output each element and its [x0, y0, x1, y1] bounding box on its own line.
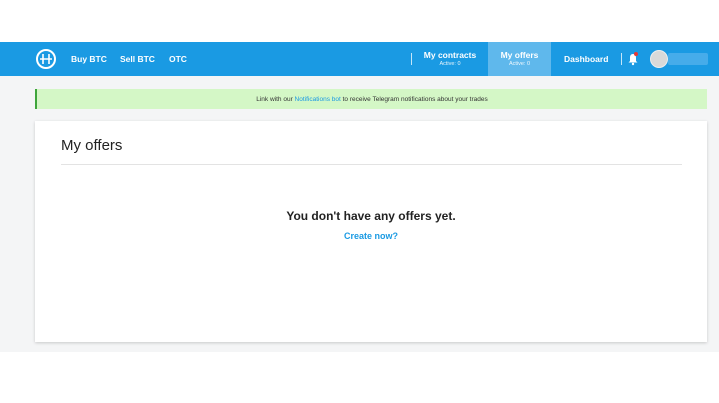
offers-card: My offers You don't have any offers yet.… — [35, 121, 707, 342]
alert-text-after: to receive Telegram notifications about … — [340, 95, 488, 103]
hodl-logo-icon[interactable] — [36, 49, 56, 69]
notifications-bot-link[interactable]: Notifications bot — [295, 96, 341, 103]
nav-otc[interactable]: OTC — [169, 42, 187, 76]
app-viewport: Buy BTC Sell BTC OTC My contracts Active… — [0, 42, 719, 352]
divider — [61, 164, 682, 165]
bell-icon[interactable] — [627, 52, 639, 66]
nav-dashboard[interactable]: Dashboard — [564, 42, 608, 76]
nav-divider — [411, 53, 412, 65]
my-contracts-label: My contracts — [423, 50, 477, 60]
my-offers-label: My offers — [500, 50, 539, 60]
alert-text-before: Link with our — [256, 95, 295, 103]
page-title: My offers — [61, 137, 123, 154]
nav-sell-btc[interactable]: Sell BTC — [120, 42, 155, 76]
user-menu[interactable] — [668, 53, 708, 65]
my-offers-active-count: Active: 0 — [508, 61, 531, 67]
notification-dot — [634, 52, 638, 56]
my-contracts-active-count: Active: 0 — [439, 61, 461, 67]
nav-my-offers[interactable]: My offers Active: 0 — [488, 42, 551, 76]
nav-divider — [621, 53, 622, 65]
top-navbar: Buy BTC Sell BTC OTC My contracts Active… — [0, 42, 719, 76]
avatar[interactable] — [650, 50, 668, 68]
nav-buy-btc[interactable]: Buy BTC — [71, 42, 107, 76]
telegram-alert: Link with our Notifications bot to recei… — [35, 89, 707, 109]
nav-my-contracts[interactable]: My contracts Active: 0 — [414, 42, 486, 76]
empty-state-message: You don't have any offers yet. — [286, 209, 456, 223]
create-offer-link[interactable]: Create now? — [35, 231, 707, 241]
